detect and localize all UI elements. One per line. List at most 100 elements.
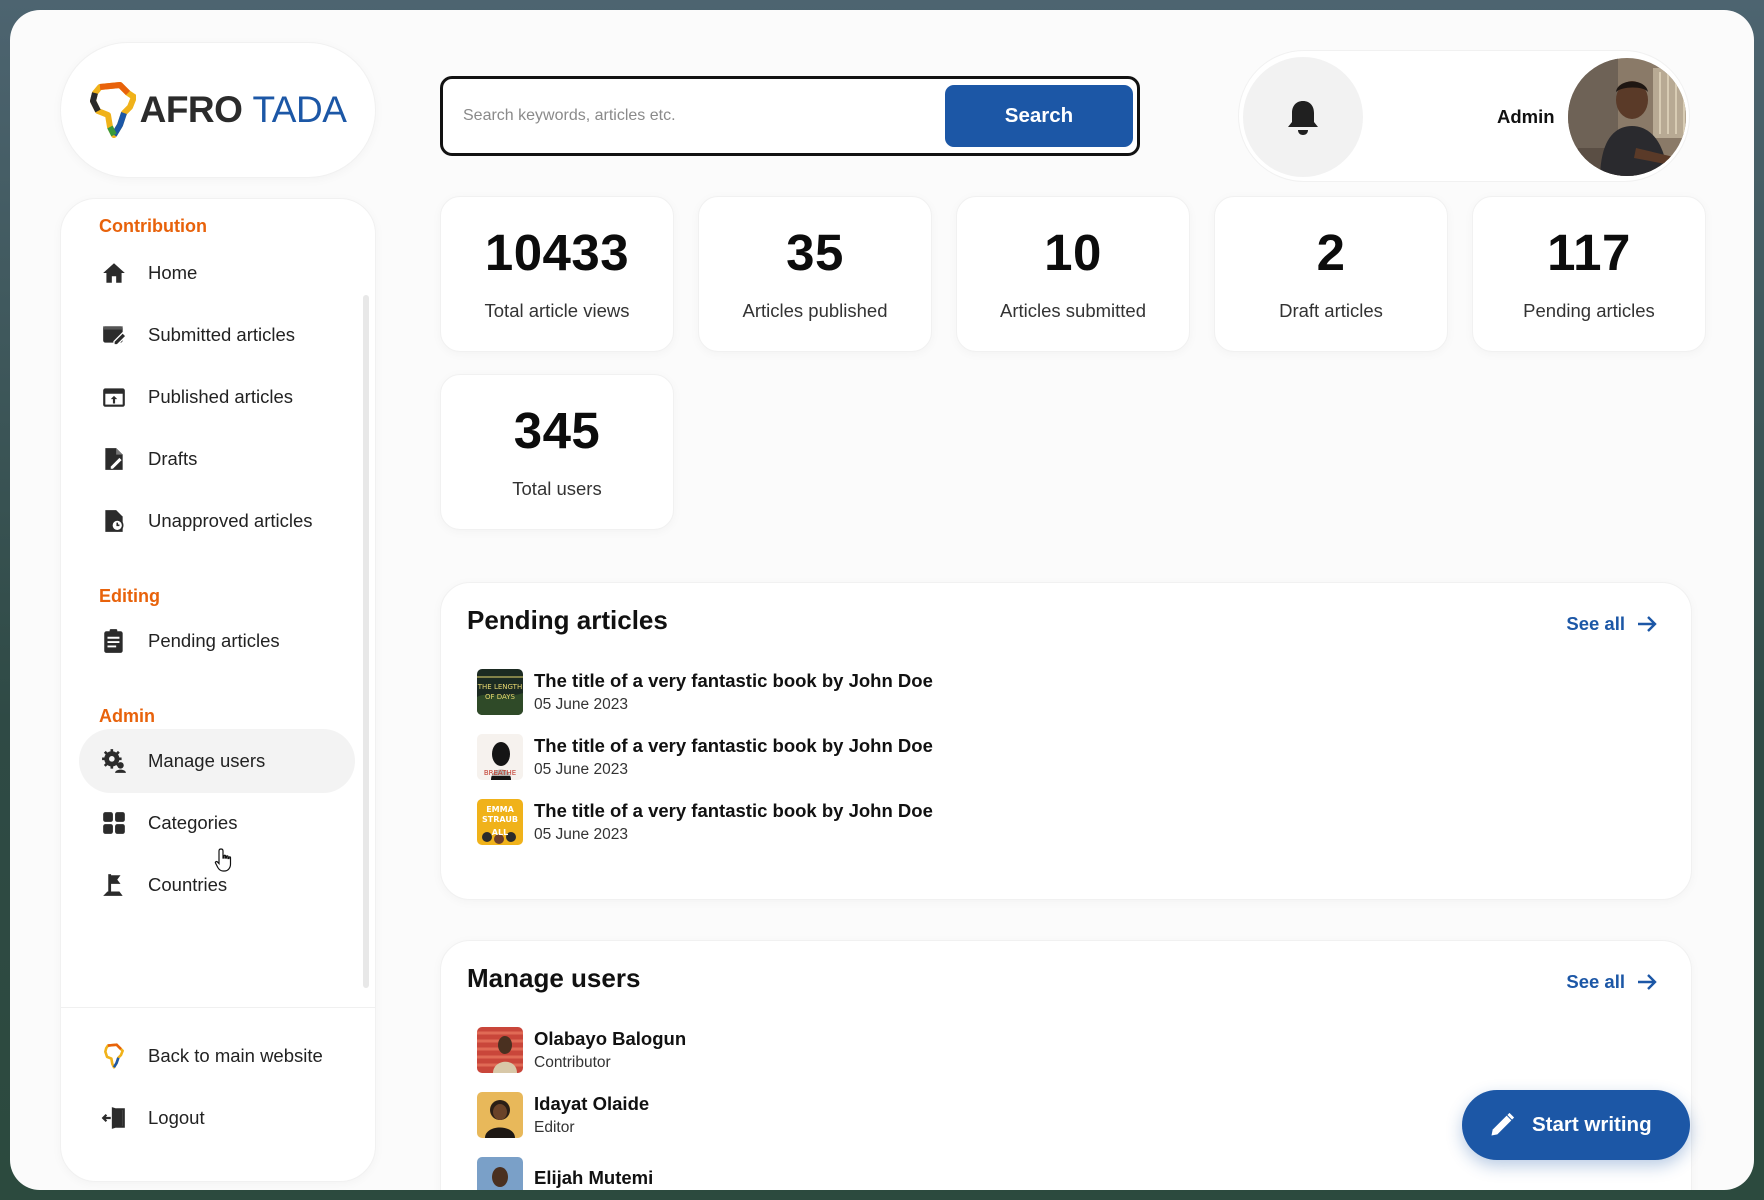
user-name: Admin <box>1497 106 1555 127</box>
sidebar-item-label: Published articles <box>148 386 293 407</box>
svg-text:EMMA: EMMA <box>486 805 514 814</box>
avatar[interactable] <box>1566 56 1688 178</box>
stat-card-total-article-views: 10433 Total article views <box>440 196 674 352</box>
upload-window-icon <box>99 382 129 412</box>
see-all-label: See all <box>1566 613 1625 634</box>
stat-value: 345 <box>513 401 601 459</box>
clipboard-list-icon <box>99 626 129 656</box>
user-name: Elijah Mutemi <box>534 1167 654 1188</box>
svg-text:OF DAYS: OF DAYS <box>485 693 516 701</box>
user-role: Editor <box>534 1119 575 1136</box>
afrotada-logo-icon <box>99 1041 129 1071</box>
stat-card-articles-published: 35 Articles published <box>698 196 932 352</box>
edit-document-icon <box>99 320 129 350</box>
svg-text:STRAUB: STRAUB <box>482 815 518 824</box>
logo-card[interactable]: AFRO TADA <box>60 42 376 178</box>
logout-icon <box>99 1103 129 1133</box>
app-window: AFRO TADA Contribution Home Submitted ar… <box>10 10 1754 1190</box>
logout-button[interactable]: Logout <box>79 1086 355 1150</box>
avatar <box>477 1092 523 1138</box>
start-writing-button[interactable]: Start writing <box>1462 1090 1690 1160</box>
sidebar-item-unapproved-articles[interactable]: Unapproved articles <box>79 489 355 553</box>
search-button[interactable]: Search <box>945 85 1133 147</box>
arrow-right-icon <box>1638 974 1657 990</box>
see-all-label: See all <box>1566 971 1625 992</box>
hand-cursor-icon <box>214 848 232 872</box>
user-role: Contributor <box>534 1054 611 1071</box>
user-header: Admin <box>1238 50 1690 182</box>
user-name: Idayat Olaide <box>534 1093 650 1114</box>
fab-label: Start writing <box>1532 1113 1652 1136</box>
sidebar-item-home[interactable]: Home <box>79 241 355 305</box>
pending-articles-panel: Pending articles See all THE LENGTH OF D… <box>440 582 1692 900</box>
arrow-right-icon <box>1638 616 1657 632</box>
stat-value: 10 <box>1044 223 1102 281</box>
stat-label: Articles submitted <box>1000 299 1146 321</box>
sidebar-item-label: Countries <box>148 874 228 895</box>
search-bar: Search <box>440 76 1140 156</box>
back-to-main-website-link[interactable]: Back to main website <box>79 1024 355 1088</box>
sidebar-item-pending-articles[interactable]: Pending articles <box>79 609 355 673</box>
avatar <box>477 1027 523 1073</box>
avatar <box>477 1157 523 1190</box>
notifications-button[interactable] <box>1243 57 1363 177</box>
user-gear-icon <box>99 746 129 776</box>
article-title: The title of a very fantastic book by Jo… <box>534 735 933 756</box>
pending-see-all-link[interactable]: See all <box>1566 613 1657 635</box>
grid-icon <box>99 808 129 838</box>
stat-value: 35 <box>786 223 844 281</box>
stat-label: Total users <box>512 477 602 499</box>
stat-label: Pending articles <box>1523 299 1655 321</box>
user-name: Olabayo Balogun <box>534 1028 687 1049</box>
article-title: The title of a very fantastic book by Jo… <box>534 800 933 821</box>
stat-card-total-users: 345 Total users <box>440 374 674 530</box>
sidebar-scrollbar[interactable] <box>363 295 369 988</box>
section-admin: Admin <box>99 706 155 726</box>
flag-icon <box>99 870 129 900</box>
sidebar-item-label: Manage users <box>148 750 266 771</box>
sidebar-scroll-area: Contribution Home Submitted articles Pub… <box>61 199 375 999</box>
book-cover: EMMA STRAUB ALL <box>477 799 523 845</box>
clock-file-icon <box>99 506 129 536</box>
stat-value: 2 <box>1316 223 1346 281</box>
sidebar-item-label: Categories <box>148 812 238 833</box>
section-editing: Editing <box>99 586 160 606</box>
stat-value: 117 <box>1547 223 1631 281</box>
sidebar-item-label: Unapproved articles <box>148 510 313 531</box>
panel-title: Manage users <box>467 963 641 993</box>
sidebar-item-published-articles[interactable]: Published articles <box>79 365 355 429</box>
sidebar-item-categories[interactable]: Categories <box>79 791 355 855</box>
table-row[interactable]: Olabayo Balogun Contributor <box>477 1027 686 1073</box>
stat-card-articles-submitted: 10 Articles submitted <box>956 196 1190 352</box>
section-contribution: Contribution <box>99 216 207 236</box>
pencil-icon <box>1491 1112 1515 1136</box>
stat-label: Total article views <box>484 299 630 321</box>
home-icon <box>99 258 129 288</box>
list-item[interactable]: THE LENGTH OF DAYS The title of a very f… <box>477 669 933 715</box>
sidebar-item-drafts[interactable]: Drafts <box>79 427 355 491</box>
sidebar-item-label: Logout <box>148 1107 205 1128</box>
sidebar-item-submitted-articles[interactable]: Submitted articles <box>79 303 355 367</box>
list-item[interactable]: EMMA STRAUB ALL The title of a very fant… <box>477 799 933 845</box>
book-cover: BREATHE <box>477 734 523 780</box>
sidebar-item-manage-users[interactable]: Manage users <box>79 729 355 793</box>
book-cover: THE LENGTH OF DAYS <box>477 669 523 715</box>
article-date: 05 June 2023 <box>534 761 628 778</box>
sidebar-item-label: Back to main website <box>148 1045 323 1066</box>
svg-text:THE LENGTH: THE LENGTH <box>477 683 522 691</box>
table-row[interactable]: Elijah Mutemi <box>477 1157 653 1190</box>
stat-label: Draft articles <box>1279 299 1383 321</box>
svg-text:ALL: ALL <box>492 828 508 837</box>
article-date: 05 June 2023 <box>534 826 628 843</box>
draft-file-icon <box>99 444 129 474</box>
list-item[interactable]: BREATHE The title of a very fantastic bo… <box>477 734 933 780</box>
stat-label: Articles published <box>742 299 888 321</box>
sidebar-item-label: Pending articles <box>148 630 280 651</box>
users-see-all-link[interactable]: See all <box>1566 971 1657 993</box>
table-row[interactable]: Idayat Olaide Editor <box>477 1092 649 1138</box>
brand-word-tada: TADA <box>252 89 347 130</box>
sidebar: Contribution Home Submitted articles Pub… <box>60 198 376 1182</box>
africa-map-icon <box>89 82 136 138</box>
search-input[interactable] <box>463 97 933 135</box>
article-title: The title of a very fantastic book by Jo… <box>534 670 933 691</box>
